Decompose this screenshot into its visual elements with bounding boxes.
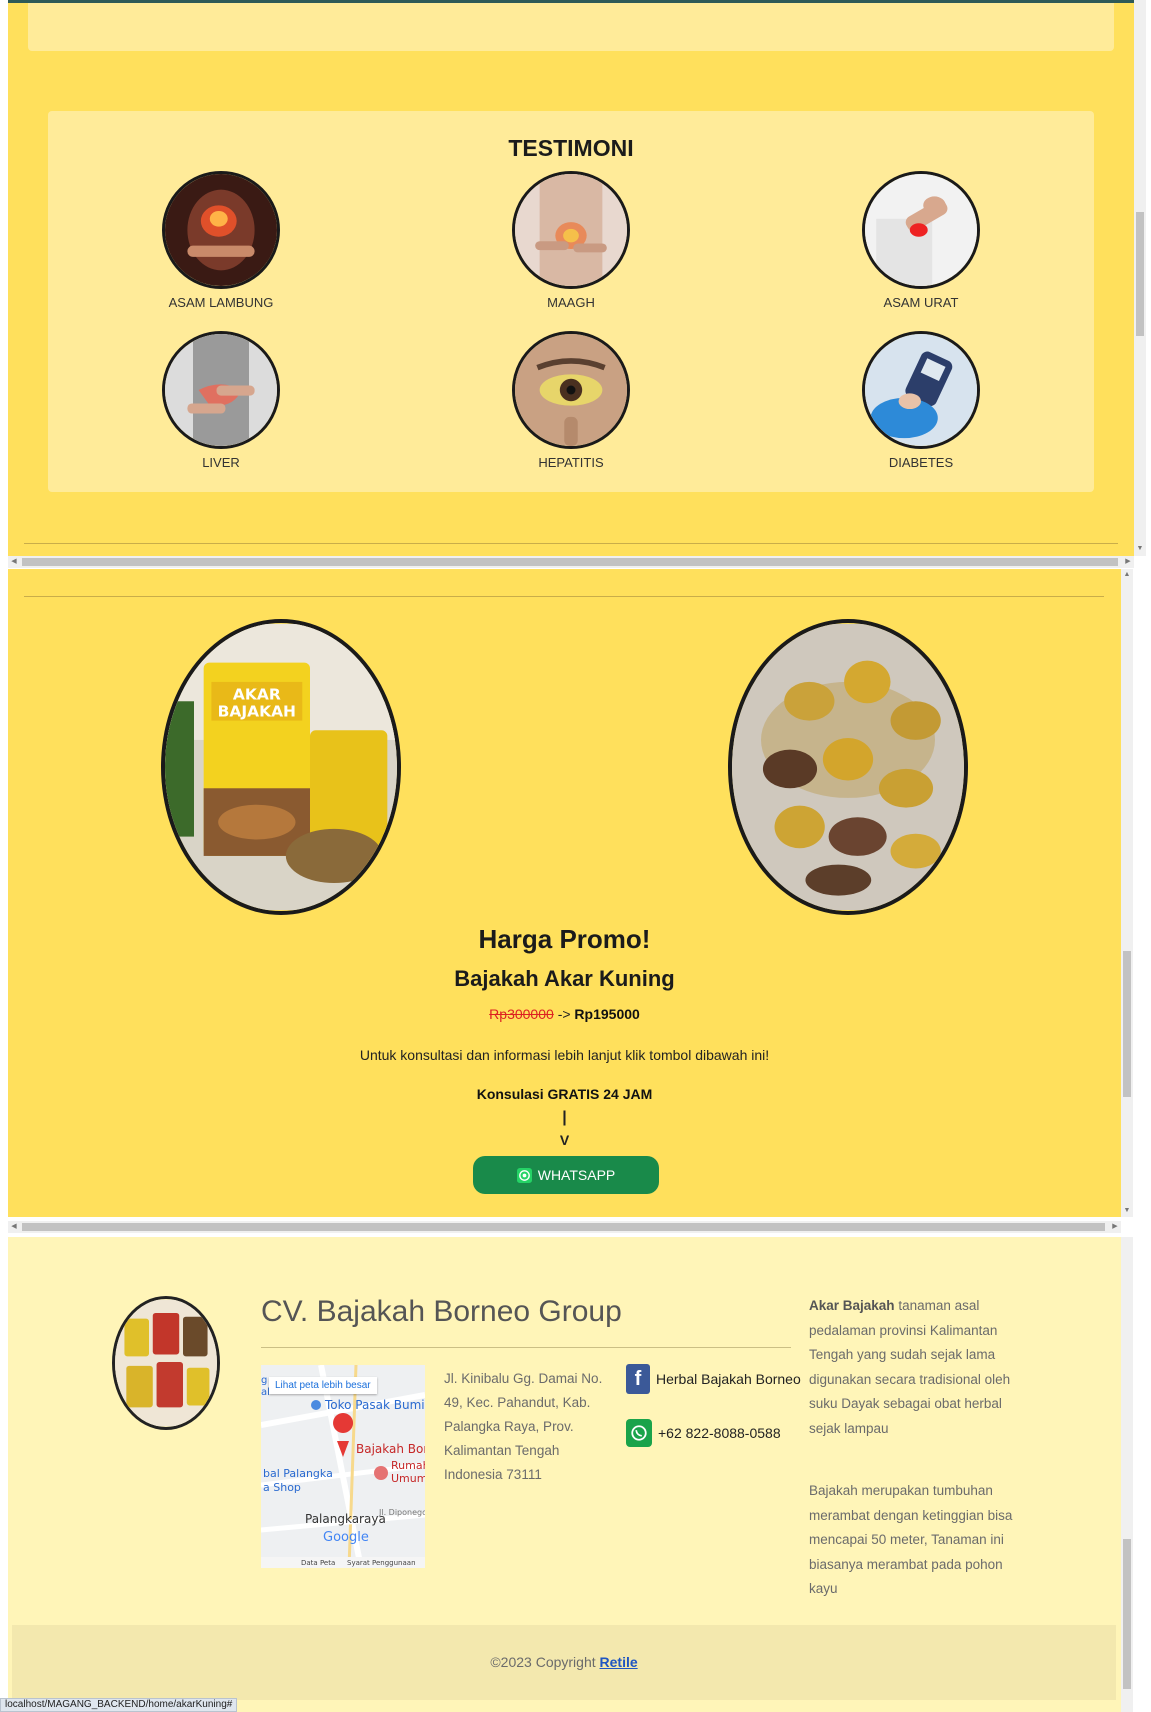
testimoni-item-asam-urat[interactable]: ASAM URAT (811, 171, 1031, 310)
map-terms-link: Syarat Penggunaan (347, 1559, 416, 1567)
divider (261, 1347, 791, 1348)
map-place-label: Toko Pasak Bumi (324, 1398, 425, 1412)
map-brand: Google (323, 1530, 369, 1545)
phone-link[interactable]: +62 822-8088-0588 (626, 1419, 781, 1447)
testimoni-label: DIABETES (888, 455, 954, 470)
copyright-link[interactable]: Retile (600, 1654, 638, 1670)
map-data-link: Data Peta (301, 1559, 335, 1567)
promo-frame: AKAR BAJAKAH Harga Promo! Bajakah Akar K… (8, 569, 1121, 1217)
package-text: AKAR (233, 685, 281, 703)
facebook-icon: f (626, 1364, 650, 1394)
liver-photo (162, 331, 280, 449)
whatsapp-button-label: WHATSAPP (537, 1167, 616, 1183)
footer-vertical-scrollbar[interactable] (1121, 1237, 1133, 1712)
scrollbar-thumb[interactable] (22, 558, 1118, 566)
previous-card (28, 3, 1114, 51)
product-name: Bajakah Akar Kuning (454, 966, 675, 991)
gout-wrist-photo (862, 171, 980, 289)
gastric-photo (512, 171, 630, 289)
testimoni-label: MAAGH (547, 295, 595, 310)
glucose-meter-photo (862, 331, 980, 449)
about-bold: Akar Bajakah (809, 1298, 895, 1313)
testimoni-label: ASAM URAT (883, 295, 959, 310)
frame1-vertical-scrollbar[interactable]: ▼ (1134, 0, 1146, 556)
company-name: CV. Bajakah Borneo Group (261, 1295, 622, 1328)
pointer-line: | (562, 1109, 567, 1126)
map-edge-label: g (261, 1375, 267, 1386)
about-text: tanaman asal pedalaman provinsi Kalimant… (809, 1298, 1011, 1436)
price-line: Rp300000 -> Rp195000 (8, 1006, 1121, 1022)
whatsapp-icon (516, 1167, 532, 1183)
testimoni-item-diabetes[interactable]: DIABETES (811, 331, 1031, 470)
map-place-label: Palangkaraya (305, 1512, 386, 1526)
facebook-link[interactable]: f Herbal Bajakah Borneo (626, 1364, 801, 1394)
testimoni-card: TESTIMONI ASAM LAMBUNG MAAGH ASAM URAT L… (48, 111, 1094, 492)
copyright-text: ©2023 Copyright (490, 1654, 600, 1670)
testimoni-title: TESTIMONI (508, 135, 634, 161)
old-price: Rp300000 (489, 1006, 554, 1022)
new-price: Rp195000 (574, 1006, 640, 1022)
scroll-down-arrow-icon[interactable]: ▼ (1121, 1205, 1133, 1217)
scroll-left-arrow-icon[interactable]: ◀ (8, 556, 20, 568)
scroll-right-arrow-icon[interactable]: ▶ (1122, 556, 1134, 568)
promo-info-text: Untuk konsultasi dan informasi lebih lan… (359, 1047, 770, 1063)
about-paragraph-2: Bajakah merupakan tumbuhan merambat deng… (809, 1483, 1013, 1596)
footer: CV. Bajakah Borneo Group Toko Pasak Bumi… (8, 1237, 1121, 1712)
whatsapp-icon (626, 1419, 652, 1447)
facebook-label: Herbal Bajakah Borneo (656, 1371, 801, 1387)
scrollbar-thumb[interactable] (1123, 1539, 1131, 1689)
scrollbar-thumb[interactable] (1123, 951, 1131, 1097)
copyright-bar: ©2023 Copyright Retile (12, 1625, 1116, 1700)
scroll-down-arrow-icon[interactable]: ▼ (1134, 543, 1146, 555)
scroll-up-arrow-icon[interactable]: ▲ (1121, 569, 1133, 581)
divider (24, 596, 1104, 597)
company-logo (112, 1296, 220, 1430)
testimoni-item-maagh[interactable]: MAAGH (461, 171, 681, 310)
free-consultation-text: Konsulasi GRATIS 24 JAM (476, 1086, 653, 1102)
testimoni-label: HEPATITIS (538, 455, 604, 470)
map-place-label: Bajakah Borne (356, 1442, 425, 1456)
map-place-label: bal Palangka (263, 1467, 333, 1480)
pointer-arrow: V (559, 1132, 570, 1148)
company-address: Jl. Kinibalu Gg. Damai No. 49, Kec. Paha… (444, 1371, 603, 1482)
bajakah-root-photo (728, 619, 968, 915)
scroll-left-arrow-icon[interactable]: ◀ (8, 1221, 20, 1233)
testimoni-item-asam-lambung[interactable]: ASAM LAMBUNG (111, 171, 331, 310)
about-paragraph: Akar Bajakah tanaman asal pedalaman prov… (809, 1294, 1019, 1441)
scrollbar-thumb[interactable] (22, 1223, 1105, 1231)
testimoni-label: ASAM LAMBUNG (168, 295, 274, 310)
product-package-photo: AKAR BAJAKAH (161, 619, 401, 915)
scrollbar-thumb[interactable] (1136, 212, 1144, 336)
testimoni-frame: TESTIMONI ASAM LAMBUNG MAAGH ASAM URAT L… (8, 0, 1134, 556)
frame1-horizontal-scrollbar[interactable]: ◀ ▶ (8, 556, 1134, 568)
divider (24, 543, 1118, 544)
scroll-right-arrow-icon[interactable]: ▶ (1109, 1221, 1121, 1233)
whatsapp-button[interactable]: WHATSAPP (473, 1156, 659, 1194)
testimoni-item-hepatitis[interactable]: HEPATITIS (461, 331, 681, 470)
package-text: BAJAKAH (218, 703, 296, 721)
map-place-label: Umum (391, 1472, 425, 1485)
map-place-label: Jl. Diponego (378, 1508, 425, 1517)
status-bar-url: localhost/MAGANG_BACKEND/home/akarKuning… (0, 1698, 238, 1712)
testimoni-item-liver[interactable]: LIVER (111, 331, 331, 470)
location-map[interactable]: Toko Pasak Bumi Bajakah Borne Rumah Umum… (261, 1365, 425, 1568)
testimoni-label: LIVER (202, 455, 240, 470)
larger-map-link[interactable]: Lihat peta lebih besar (269, 1377, 377, 1394)
jaundice-eye-photo (512, 331, 630, 449)
frame2-vertical-scrollbar[interactable]: ▲ ▼ (1121, 569, 1133, 1217)
map-place-label: a Shop (263, 1481, 301, 1494)
stomach-acid-photo (162, 171, 280, 289)
frame2-horizontal-scrollbar[interactable]: ◀ ▶ (8, 1221, 1121, 1233)
map-place-label: Rumah (391, 1459, 425, 1472)
phone-number: +62 822-8088-0588 (658, 1425, 781, 1441)
promo-title: Harga Promo! (478, 924, 651, 954)
price-arrow: -> (557, 1006, 571, 1022)
